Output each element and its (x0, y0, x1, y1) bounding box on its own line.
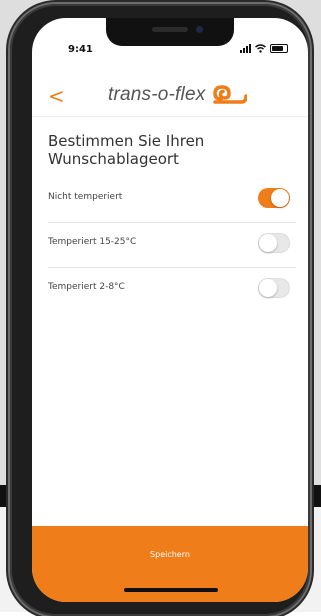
toggle-temperiert-15-25[interactable] (258, 233, 290, 253)
phone-screen: 9:41 < trans-o-flex Bestimmen Sie Ihren … (32, 18, 308, 602)
app-header: < trans-o-flex (32, 78, 308, 117)
status-icons (240, 44, 288, 53)
brand: trans-o-flex (108, 84, 248, 106)
battery-icon (270, 44, 288, 53)
wifi-icon (255, 44, 266, 53)
page-title: Bestimmen Sie Ihren Wunschablageort (48, 132, 205, 168)
toggle-knob (259, 234, 277, 252)
phone-frame: 9:41 < trans-o-flex Bestimmen Sie Ihren … (10, 4, 310, 616)
notch (106, 18, 234, 46)
save-button-label: Speichern (150, 550, 190, 559)
option-row-temperiert-15-25: Temperiert 15-25°C (48, 223, 296, 268)
back-button[interactable]: < (48, 86, 65, 106)
option-row-temperiert-2-8: Temperiert 2-8°C (48, 268, 296, 312)
brand-name: trans-o-flex (108, 84, 206, 105)
option-row-nicht-temperiert: Nicht temperiert (48, 178, 296, 223)
toggle-knob (271, 189, 289, 207)
brand-logo-icon (213, 85, 248, 104)
option-label: Nicht temperiert (48, 192, 123, 202)
option-label: Temperiert 15-25°C (48, 237, 137, 247)
toggle-knob (259, 279, 277, 297)
toggle-nicht-temperiert[interactable] (258, 188, 290, 208)
toggle-temperiert-2-8[interactable] (258, 278, 290, 298)
signal-icon (240, 44, 251, 53)
status-time: 9:41 (68, 44, 93, 55)
option-label: Temperiert 2-8°C (48, 282, 125, 292)
speaker (152, 27, 188, 32)
chevron-left-icon: < (48, 84, 65, 108)
camera (196, 26, 203, 33)
home-indicator (124, 588, 218, 592)
